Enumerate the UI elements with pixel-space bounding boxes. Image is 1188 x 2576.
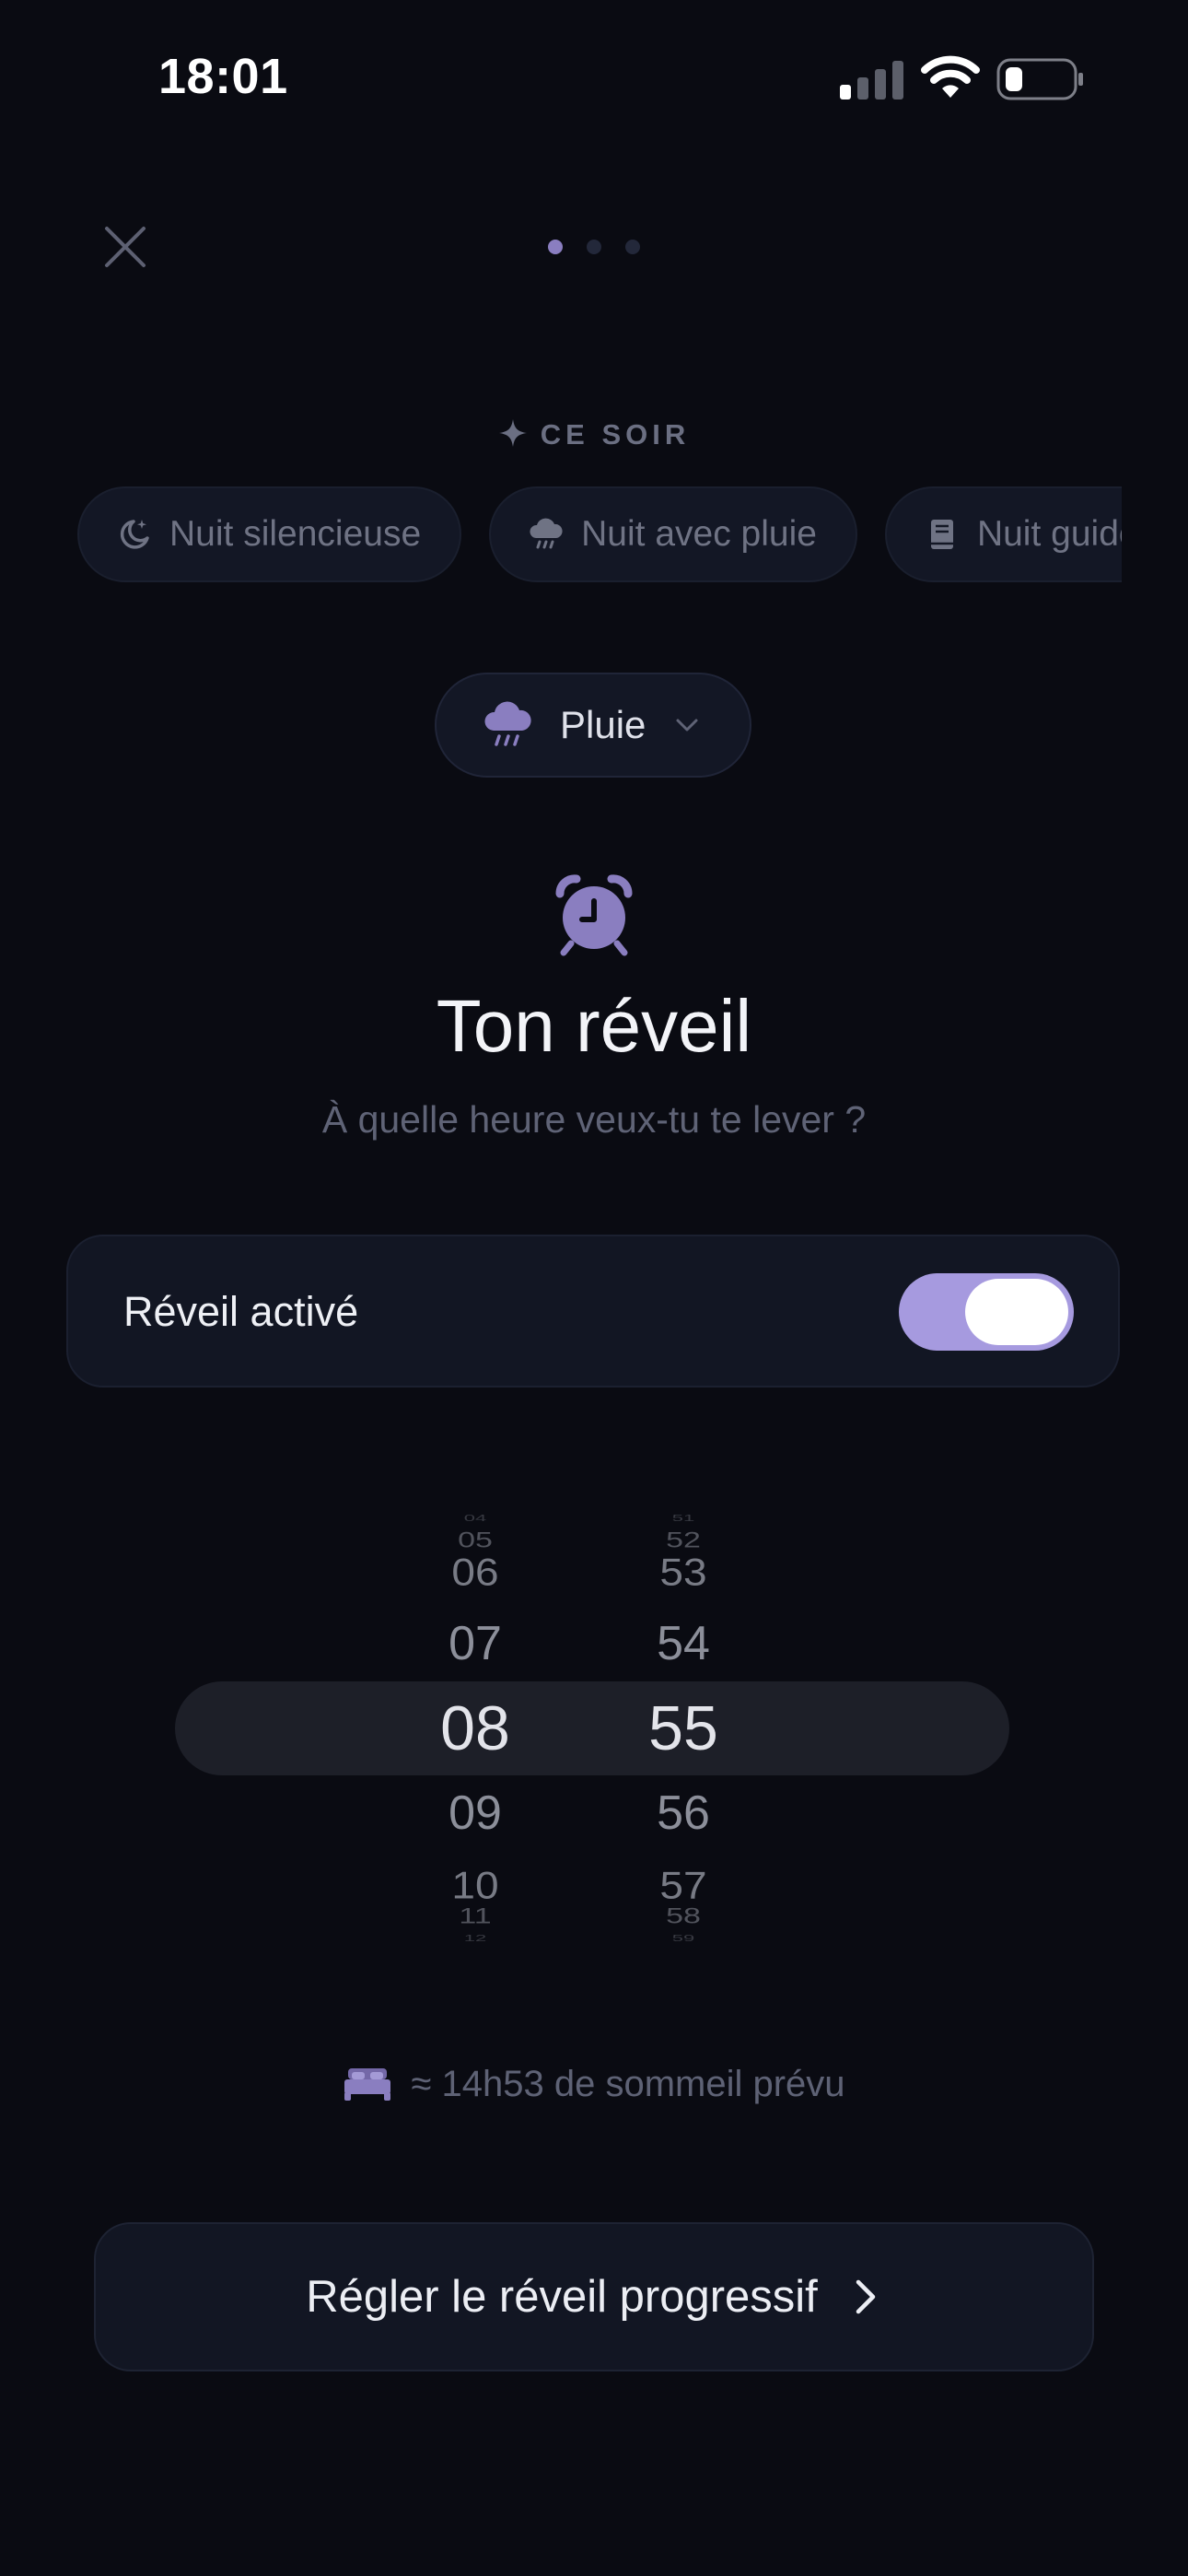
- hour-option[interactable]: 06: [383, 1552, 567, 1590]
- cellular-signal-icon: [840, 61, 903, 100]
- minute-option[interactable]: 53: [591, 1552, 775, 1590]
- hour-option[interactable]: 04: [383, 1514, 567, 1523]
- page-dot-1: [548, 240, 563, 254]
- chip-label: Nuit silencieuse: [169, 514, 422, 554]
- page-title: Ton réveil: [436, 985, 752, 1067]
- sound-selector-label: Pluie: [560, 703, 646, 746]
- chip-guided-night[interactable]: Nuit guidée: [884, 486, 1122, 582]
- tonight-section-label: CE SOIR: [0, 418, 1188, 451]
- hour-option[interactable]: 10: [383, 1866, 567, 1903]
- rain-cloud-icon: [530, 518, 563, 549]
- chip-label: Nuit avec pluie: [581, 514, 817, 554]
- minute-option[interactable]: 58: [591, 1905, 775, 1927]
- chip-silent-night[interactable]: Nuit silencieuse: [77, 486, 462, 582]
- minute-wheel[interactable]: 51 52 53 54 55 56 57 58 59: [591, 1474, 775, 1972]
- sparkle-icon: [498, 419, 527, 447]
- minute-option[interactable]: 57: [591, 1866, 775, 1903]
- alarm-toggle-card: Réveil activé: [66, 1235, 1120, 1388]
- minute-option[interactable]: 52: [591, 1529, 775, 1551]
- minute-selected[interactable]: 55: [591, 1697, 775, 1760]
- hour-wheel[interactable]: 04 05 06 07 08 09 10 11 12: [383, 1474, 567, 1972]
- hour-option[interactable]: 07: [383, 1620, 567, 1668]
- rain-cloud-icon: [484, 701, 531, 746]
- hour-option[interactable]: 11: [383, 1905, 567, 1927]
- alarm-clock-icon: [555, 874, 633, 956]
- page-dot-3: [625, 240, 640, 254]
- progressive-alarm-button[interactable]: Régler le réveil progressif: [94, 2222, 1094, 2371]
- page-indicator: [0, 236, 1188, 258]
- hour-option[interactable]: 09: [383, 1789, 567, 1837]
- chevron-down-icon: [676, 719, 698, 732]
- minute-option[interactable]: 56: [591, 1789, 775, 1837]
- hour-option[interactable]: 05: [383, 1529, 567, 1551]
- moon-sparkle-icon: [120, 520, 149, 549]
- sleep-duration-text: ≈ 14h53 de sommeil prévu: [411, 2064, 845, 2104]
- tonight-label-text: CE SOIR: [540, 418, 691, 451]
- chip-rain-night[interactable]: Nuit avec pluie: [489, 486, 857, 582]
- bed-icon: [344, 2068, 391, 2101]
- alarm-enabled-switch[interactable]: [899, 1273, 1074, 1351]
- battery-icon: [996, 58, 1083, 100]
- hour-selected[interactable]: 08: [383, 1697, 567, 1760]
- status-time: 18:01: [158, 49, 288, 104]
- switch-knob: [965, 1279, 1068, 1345]
- minute-option[interactable]: 54: [591, 1620, 775, 1668]
- wifi-icon: [921, 55, 980, 98]
- alarm-toggle-label: Réveil activé: [123, 1288, 359, 1335]
- sound-selector-dropdown[interactable]: Pluie: [435, 673, 751, 778]
- chevron-right-icon: [856, 2279, 876, 2314]
- time-picker[interactable]: 04 05 06 07 08 09 10 11 12 51 52 53 54 55 56 57 58 59: [175, 1474, 1013, 1972]
- book-icon: [930, 520, 953, 549]
- page-subtitle: À quelle heure veux-tu te lever ?: [321, 1098, 867, 1141]
- minute-option[interactable]: 59: [591, 1934, 775, 1943]
- minute-option[interactable]: 51: [591, 1514, 775, 1523]
- page-dot-2: [587, 240, 601, 254]
- tonight-chips-scroller[interactable]: Nuit silencieuse Nuit avec pluie Nuit gu…: [77, 486, 1122, 582]
- chip-label: Nuit guidée: [976, 514, 1122, 554]
- sleep-duration-info: ≈ 14h53 de sommeil prévu: [0, 2064, 1188, 2105]
- cta-label: Régler le réveil progressif: [306, 2272, 818, 2322]
- hour-option[interactable]: 12: [383, 1934, 567, 1943]
